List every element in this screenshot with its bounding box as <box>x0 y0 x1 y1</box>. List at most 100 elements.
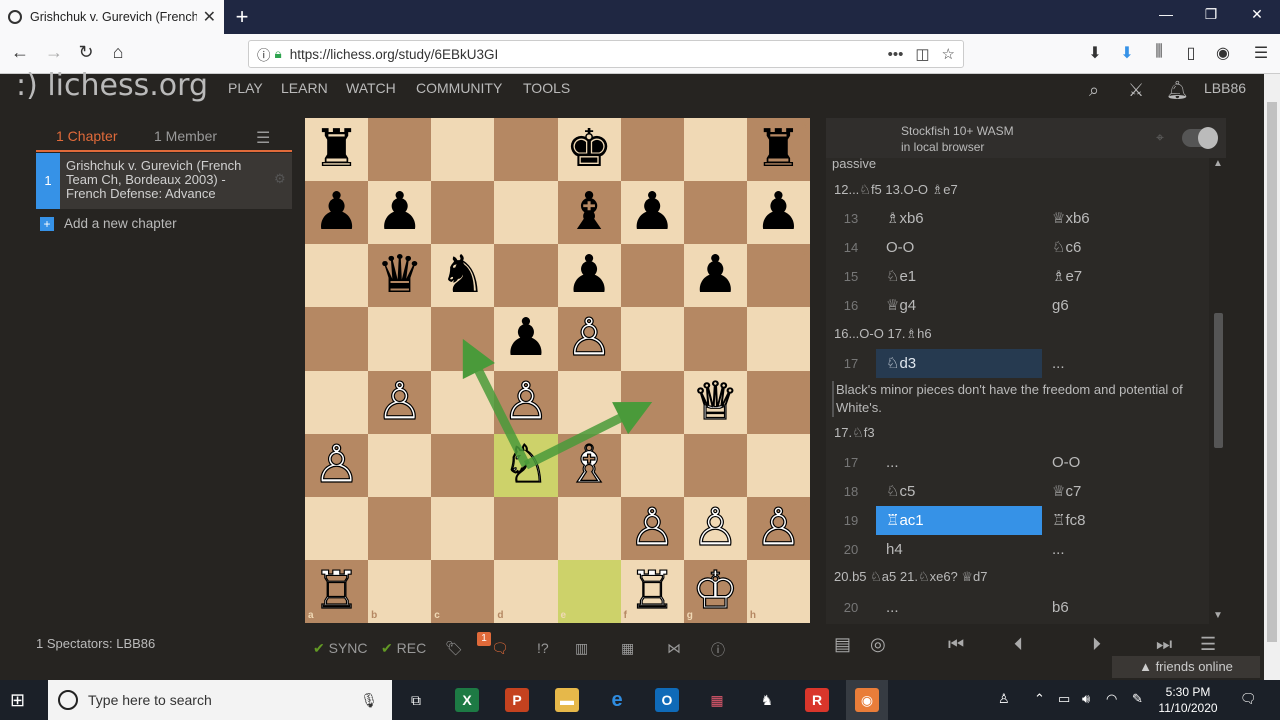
move-black[interactable]: ♕c7 <box>1042 477 1208 506</box>
board-square[interactable] <box>494 181 558 245</box>
chess-piece[interactable]: ♖ <box>621 560 684 623</box>
site-logo[interactable]: :) lichess.org <box>16 68 208 103</box>
board-square[interactable] <box>746 433 810 497</box>
chess-piece[interactable]: ♟ <box>558 244 621 307</box>
account-icon[interactable]: ◉ <box>1212 43 1234 63</box>
search-icon[interactable]: ⌕ <box>1089 80 1099 101</box>
move-black[interactable]: ... <box>1042 349 1208 378</box>
info-icon[interactable]: ⓘ <box>257 44 271 64</box>
board-square[interactable] <box>431 118 495 182</box>
tags-icon[interactable]: 🏷︎ <box>445 640 463 657</box>
study-menu-icon[interactable]: ☰ <box>256 128 270 148</box>
url-text[interactable]: https://lichess.org/study/6EBkU3GI <box>290 47 876 62</box>
move-white[interactable]: ♘d3 <box>876 349 1042 378</box>
user-menu[interactable]: LBB86 <box>1204 80 1246 96</box>
nav-community[interactable]: COMMUNITY <box>416 80 502 96</box>
board-square[interactable] <box>368 433 432 497</box>
address-bar[interactable]: ⓘ 🔒︎ https://lichess.org/study/6EBkU3GI … <box>248 40 964 68</box>
board-square[interactable] <box>431 433 495 497</box>
taskbar-search[interactable]: Type here to search 🎙︎ <box>48 680 392 720</box>
chess-piece[interactable]: ♞ <box>431 244 494 307</box>
board-square[interactable] <box>683 118 747 182</box>
move-black[interactable]: b6 <box>1042 593 1208 622</box>
chess-piece[interactable]: ♜ <box>305 118 368 181</box>
chess-piece[interactable]: ♟ <box>621 181 684 244</box>
chess-board[interactable]: 8 7 6 5 4 3 2 1 a b c d e f g h ♜ ♚ ♜ ♟ ♟ ♝ ♟ ♟ ♛ ♞ ♟ ♟ ♟ ♙ ♙ ♙ ♕ ♙ ♘ ♗ ♙ ♙ ♙ ♖… <box>305 118 810 623</box>
move-white[interactable]: ♘e1 <box>876 262 1042 291</box>
task-view-icon[interactable]: ⧉ <box>404 688 428 712</box>
chess-piece[interactable]: ♙ <box>747 497 810 560</box>
variation-line[interactable]: 16...O-O 17.♗h6 <box>834 326 932 342</box>
comment-icon[interactable]: 🗨︎ <box>491 640 509 657</box>
reload-icon[interactable]: ↻ <box>74 42 98 63</box>
move-white[interactable]: O-O <box>876 233 1042 262</box>
downloads-icon[interactable]: ⬇ <box>1116 43 1138 63</box>
pen-icon[interactable]: ✎ <box>1132 691 1143 707</box>
file-explorer-icon[interactable]: ▬ <box>555 688 579 712</box>
chess-piece[interactable]: ♙ <box>684 497 747 560</box>
next-move-icon[interactable]: ⏵ <box>1092 634 1101 655</box>
board-square[interactable] <box>557 370 621 434</box>
board-square[interactable] <box>683 307 747 371</box>
chart-icon[interactable]: ▥ <box>575 640 588 657</box>
nav-watch[interactable]: WATCH <box>346 80 396 96</box>
rec-button[interactable]: ✔ REC <box>381 640 426 657</box>
chess-piece[interactable]: ♙ <box>621 497 684 560</box>
battery-icon[interactable]: ▭ <box>1058 691 1070 707</box>
scroll-up-icon[interactable]: ▲ <box>1213 158 1223 169</box>
move-black[interactable]: ... <box>1042 535 1208 564</box>
move-white[interactable]: ♖ac1 <box>876 506 1042 535</box>
grid-icon[interactable]: ▦ <box>621 640 634 657</box>
board-square[interactable] <box>683 433 747 497</box>
variation-line[interactable]: 20.b5 ♘a5 21.♘xe6? ♕d7 <box>834 569 988 585</box>
chapter-item[interactable]: 1 Grishchuk v. Gurevich (French Team Ch,… <box>36 153 292 209</box>
board-square[interactable] <box>620 307 684 371</box>
new-tab-button[interactable]: + <box>232 4 252 30</box>
close-window-button[interactable]: ✕ <box>1245 6 1269 23</box>
chess-piece[interactable]: ♛ <box>368 244 431 307</box>
pocket-icon[interactable]: ◫ <box>915 45 929 63</box>
chess-piece[interactable]: ♔ <box>684 560 747 623</box>
r-app-icon[interactable]: R <box>805 688 829 712</box>
tab-chapters[interactable]: 1 Chapter <box>56 128 117 144</box>
move-white[interactable]: h4 <box>876 535 1042 564</box>
bell-icon[interactable]: 🔔︎ <box>1166 80 1189 101</box>
page-scroll-thumb[interactable] <box>1267 102 1277 642</box>
practice-icon[interactable]: ◎ <box>870 634 886 655</box>
board-square[interactable] <box>431 559 495 623</box>
board-square[interactable] <box>368 559 432 623</box>
volume-icon[interactable]: 🔊︎ <box>1082 691 1090 707</box>
share-icon[interactable]: ⋈ <box>667 640 681 657</box>
chess-piece[interactable]: ♙ <box>494 371 557 434</box>
board-square[interactable] <box>620 118 684 182</box>
board-square[interactable] <box>746 244 810 308</box>
add-chapter-button[interactable]: + Add a new chapter <box>40 216 177 231</box>
bookmark-star-icon[interactable]: ☆ <box>942 45 955 63</box>
chess-piece[interactable]: ♜ <box>747 118 810 181</box>
board-square[interactable] <box>494 118 558 182</box>
prev-move-icon[interactable]: ⏴ <box>1014 634 1023 655</box>
swords-icon[interactable]: ⚔ <box>1128 80 1144 101</box>
page-scrollbar[interactable] <box>1264 74 1280 680</box>
system-clock[interactable]: 5:30 PM 11/10/2020 <box>1158 684 1218 716</box>
board-square[interactable] <box>494 496 558 560</box>
move-black[interactable]: ♖fc8 <box>1042 506 1208 535</box>
outlook-icon[interactable]: O <box>655 688 679 712</box>
board-square[interactable] <box>305 307 369 371</box>
people-icon[interactable]: ♙ <box>998 691 1010 707</box>
sync-button[interactable]: ✔ SYNC <box>313 640 368 657</box>
chess-piece[interactable]: ♟ <box>368 181 431 244</box>
excel-icon[interactable]: X <box>455 688 479 712</box>
sidebar-icon[interactable]: ▯ <box>1180 43 1202 63</box>
chess-piece[interactable]: ♙ <box>305 434 368 497</box>
download-star-icon[interactable]: ⬇ <box>1084 43 1106 63</box>
move-list-scrollbar[interactable]: ▲ ▼ <box>1211 158 1226 624</box>
nav-play[interactable]: PLAY <box>228 80 263 96</box>
move-black[interactable]: ♘c6 <box>1042 233 1208 262</box>
windows-start-icon[interactable]: ⊞ <box>10 690 25 711</box>
board-square[interactable] <box>683 181 747 245</box>
variation-line[interactable]: 12...♘f5 13.O-O ♗e7 <box>834 182 958 198</box>
forward-arrow-icon[interactable]: → <box>42 42 66 63</box>
hamburger-icon[interactable]: ☰ <box>1200 634 1216 655</box>
minimize-button[interactable]: — <box>1154 6 1178 22</box>
